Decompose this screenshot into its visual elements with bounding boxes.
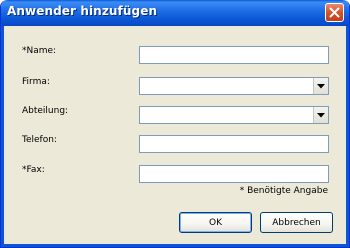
fax-label: *Fax: [22,165,45,175]
department-dropdown-button[interactable] [313,107,328,123]
company-dropdown-button[interactable] [313,78,328,94]
department-label: Abteilung: [22,106,69,116]
chevron-down-icon [317,112,325,117]
phone-label: Telefon: [22,135,57,145]
window-frame-right [346,26,349,247]
chevron-down-icon [317,83,325,88]
name-label: *Name: [22,46,57,56]
cancel-button[interactable]: Abbrechen [260,212,333,233]
window-frame-bottom [1,244,349,247]
close-icon [329,7,340,18]
dialog-window: Anwender hinzufügen *Name: Firma: Abteil… [0,0,350,248]
window-frame-left [1,26,4,247]
fax-input[interactable] [139,165,329,183]
title-bar[interactable]: Anwender hinzufügen [1,0,349,26]
name-input[interactable] [139,46,329,64]
phone-input[interactable] [139,135,329,153]
company-label: Firma: [22,77,50,87]
dialog-title: Anwender hinzufügen [7,4,158,18]
close-button[interactable] [325,3,344,22]
company-select[interactable] [139,77,329,95]
department-select[interactable] [139,106,329,124]
ok-button[interactable]: OK [179,212,252,233]
required-note: * Benötigte Angabe [239,186,328,196]
